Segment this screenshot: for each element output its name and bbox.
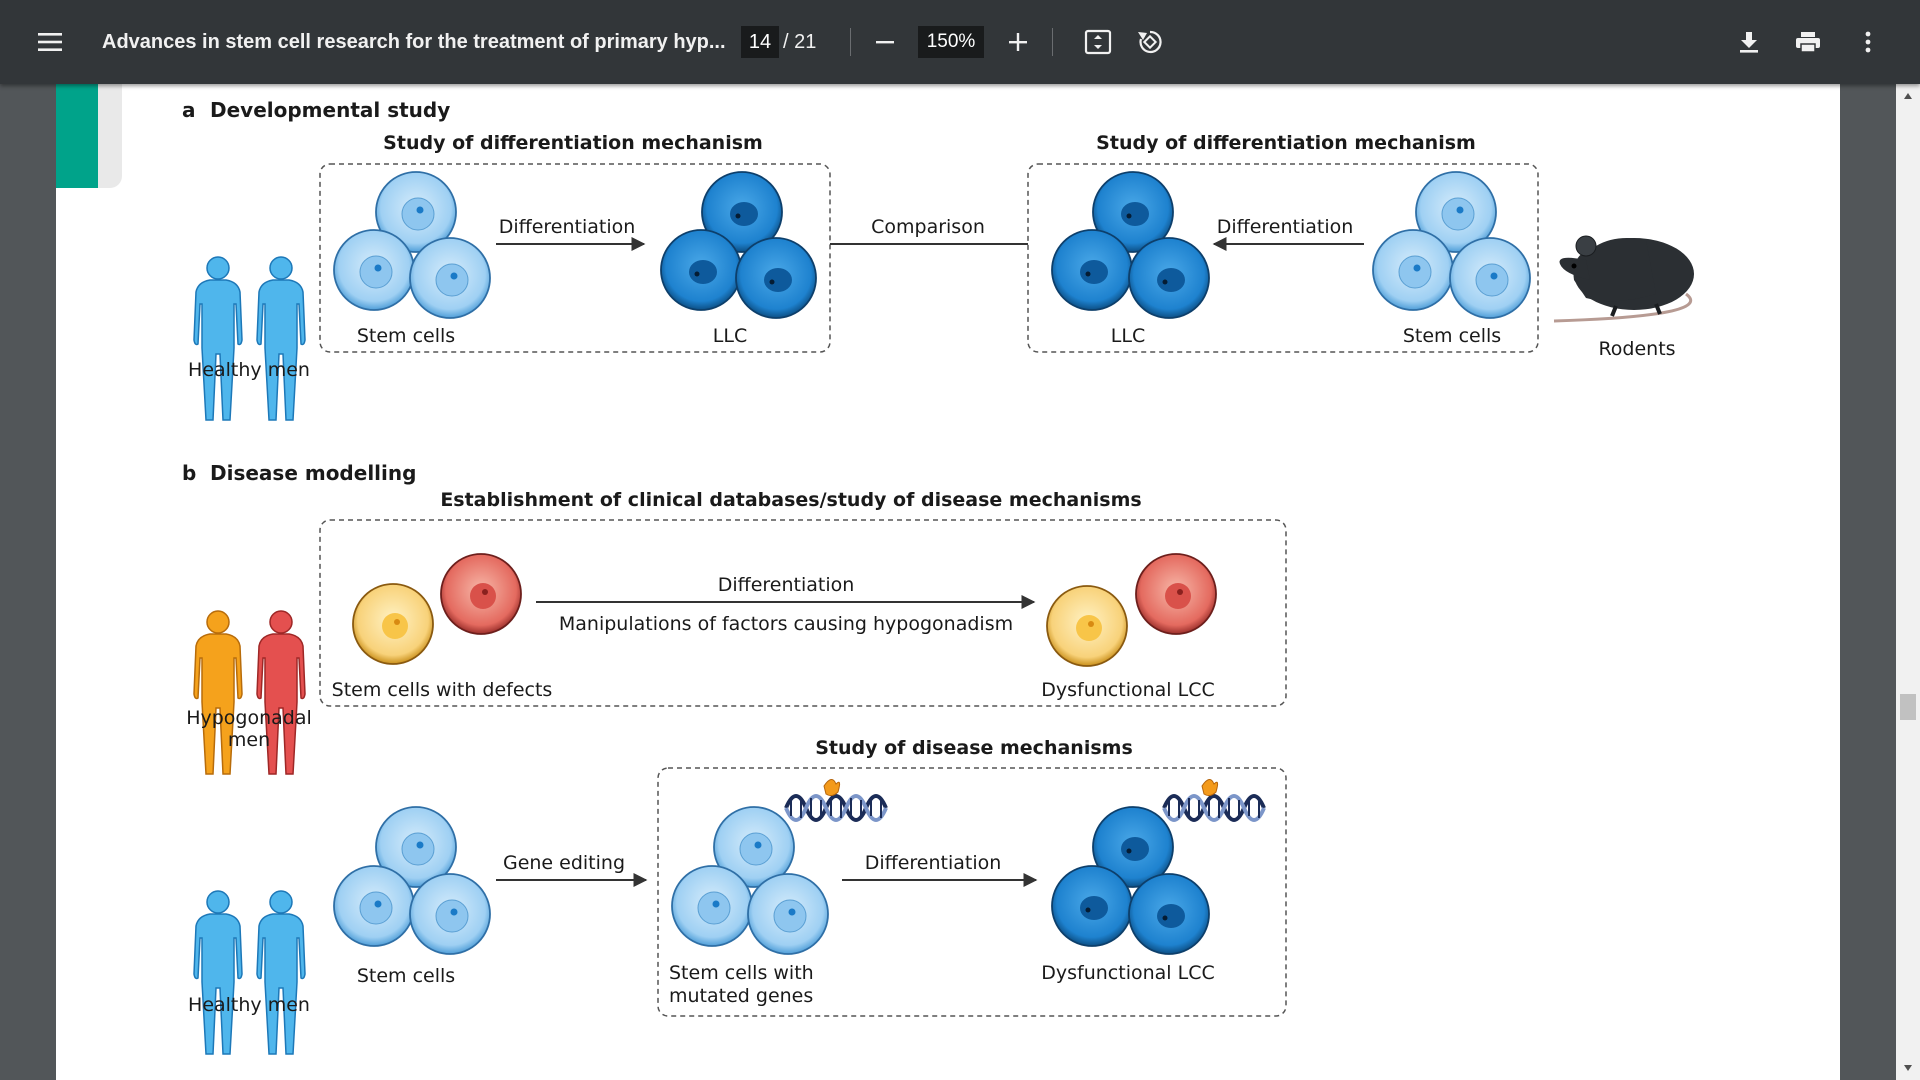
label-dysfunctional-top: Dysfunctional LCC — [1041, 679, 1214, 701]
label-hypogonadal-line2: men — [228, 729, 270, 751]
dna-edit-icon — [1162, 777, 1266, 822]
download-icon — [1740, 32, 1758, 53]
document-title: Advances in stem cell research for the t… — [102, 30, 726, 53]
figure: a Developmental study Study of different… — [182, 98, 1694, 1055]
label-stem-cells-a-right: Stem cells — [1403, 325, 1501, 347]
healthy-men-figure-b — [193, 890, 306, 1055]
toolbar-divider — [850, 28, 851, 56]
pdf-toolbar: Advances in stem cell research for the t… — [0, 0, 1920, 84]
minus-icon — [876, 41, 894, 44]
panel-b-title: Disease modelling — [210, 461, 416, 485]
stem-cell-cluster-b — [333, 806, 491, 955]
fit-page-icon — [1084, 29, 1112, 55]
label-healthy-men-b: Healthy men — [188, 994, 310, 1016]
dna-edit-icon — [784, 777, 888, 822]
label-rodents: Rodents — [1598, 338, 1675, 360]
panel-b-letter: b — [182, 461, 196, 485]
scroll-thumb[interactable] — [1900, 694, 1916, 720]
box-b-top-title: Establishment of clinical databases/stud… — [440, 489, 1141, 511]
print-icon — [1796, 32, 1820, 53]
label-manipulations: Manipulations of factors causing hypogon… — [559, 613, 1013, 635]
vertical-scrollbar[interactable] — [1896, 84, 1920, 1080]
more-options-button[interactable] — [1848, 22, 1888, 62]
zoom-in-button[interactable] — [998, 22, 1038, 62]
rotate-button[interactable] — [1130, 22, 1170, 62]
box-a-right-title: Study of differentiation mechanism — [1096, 132, 1476, 154]
label-hypogonadal-line1: Hypogonadal — [186, 707, 312, 729]
label-mutated-line2: mutated genes — [669, 985, 813, 1007]
dysfunctional-lcc-top-cells — [1046, 553, 1217, 667]
toolbar-divider — [1052, 28, 1053, 56]
label-llc-a-right: LLC — [1111, 325, 1145, 347]
print-button[interactable] — [1788, 22, 1828, 62]
menu-button[interactable] — [30, 22, 70, 62]
zoom-out-button[interactable] — [865, 22, 905, 62]
rodent-illustration — [1553, 235, 1694, 323]
box-b-bottom-title: Study of disease mechanisms — [815, 737, 1133, 759]
zoom-level-input[interactable]: 150% — [918, 26, 984, 58]
label-differentiation-a-left: Differentiation — [499, 216, 636, 238]
label-gene-editing: Gene editing — [503, 852, 625, 874]
fit-to-page-button[interactable] — [1078, 22, 1118, 62]
label-mutated-line1: Stem cells with — [669, 962, 814, 984]
pdf-page: a Developmental study Study of different… — [56, 84, 1840, 1080]
dysfunctional-lcc-bottom-cells — [1051, 806, 1210, 955]
download-button[interactable] — [1729, 22, 1769, 62]
mutated-stem-cells — [671, 806, 829, 955]
stem-cell-cluster-a-left — [333, 171, 491, 319]
label-comparison: Comparison — [871, 216, 985, 238]
label-stem-cells-b: Stem cells — [357, 965, 455, 987]
menu-icon — [38, 33, 62, 51]
scroll-down-icon — [1904, 1065, 1912, 1071]
label-healthy-men-a: Healthy men — [188, 359, 310, 381]
box-a-left-title: Study of differentiation mechanism — [383, 132, 763, 154]
panel-a-letter: a — [182, 98, 196, 122]
label-stem-cells-defects: Stem cells with defects — [332, 679, 553, 701]
page-number-input[interactable]: 14 — [741, 26, 779, 58]
label-dysfunctional-bottom: Dysfunctional LCC — [1041, 962, 1214, 984]
more-vert-icon — [1865, 31, 1871, 53]
rotate-icon — [1138, 30, 1162, 54]
panel-a-title: Developmental study — [210, 98, 450, 122]
label-differentiation-b-top: Differentiation — [718, 574, 855, 596]
scroll-up-button[interactable] — [1896, 84, 1920, 108]
defect-stem-cells — [352, 553, 522, 665]
scroll-up-icon — [1904, 93, 1912, 99]
scroll-down-button[interactable] — [1896, 1056, 1920, 1080]
label-differentiation-a-right: Differentiation — [1217, 216, 1354, 238]
llc-cluster-a-left — [660, 171, 817, 319]
page-total-label: / 21 — [783, 30, 817, 53]
healthy-men-figure — [193, 256, 306, 421]
plus-icon — [1009, 33, 1027, 51]
llc-cluster-a-right — [1051, 171, 1210, 319]
label-differentiation-b-bottom: Differentiation — [865, 852, 1002, 874]
label-stem-cells-a-left: Stem cells — [357, 325, 455, 347]
stem-cell-cluster-a-right — [1372, 171, 1531, 319]
label-llc-a-left: LLC — [713, 325, 747, 347]
